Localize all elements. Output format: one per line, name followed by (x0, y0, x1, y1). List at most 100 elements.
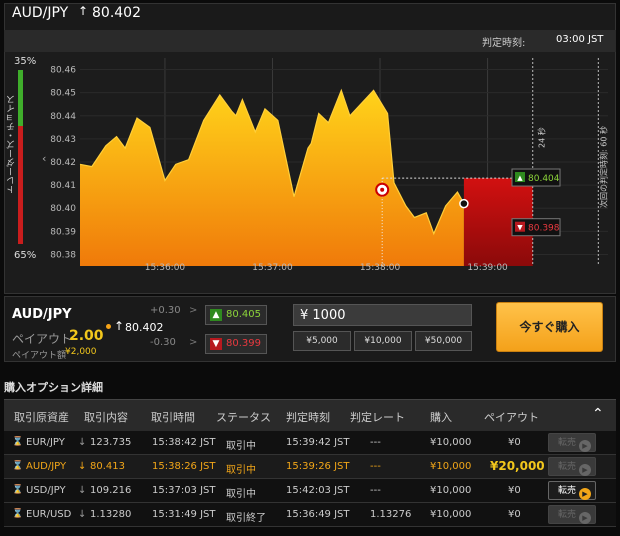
current-marker (459, 198, 469, 209)
amount-5000-button[interactable]: ¥5,000 (293, 331, 351, 351)
payout-label: ペイアウト (12, 332, 73, 346)
play-icon: ▶ (579, 512, 591, 524)
status-cell: 取引終了 (226, 513, 266, 524)
col-payout: ペイアウト (484, 411, 539, 424)
options-title: 購入オプション詳細 (4, 381, 103, 394)
buy-cell: ¥10,000 (430, 485, 472, 496)
y-tick-label: 80.40 (50, 204, 76, 214)
rate-dot-icon (106, 324, 111, 329)
resell-label: 転売 (558, 486, 577, 496)
exp-rate-cell: --- (370, 461, 381, 472)
col-time: 取引時間 (151, 411, 195, 424)
status-cell: 取引中 (226, 441, 256, 452)
y-tick-label: 80.44 (50, 112, 76, 122)
x-tick-label: 15:36:00 (145, 263, 186, 273)
asset-cell: EUR/USD (26, 509, 72, 520)
buy-now-button[interactable]: 今すぐ購入 (496, 302, 603, 352)
play-icon: ▶ (579, 440, 591, 452)
payout-cell: ¥0 (508, 437, 521, 448)
y-tick-label: 80.43 (50, 135, 76, 145)
table-row: ⌛ AUD/JPY ↓ 80.413 15:38:26 JST 取引中 15:39:26 J… (4, 455, 616, 479)
time-cell: 15:37:03 JST (152, 485, 216, 496)
minus-offset: -0.30 (150, 337, 176, 348)
x-tick-label: 15:38:00 (360, 263, 401, 273)
col-status: ステータス (216, 411, 271, 424)
upper-price-tag-label: 80.404 (528, 174, 560, 184)
payout-amount: ¥2,000 (65, 347, 97, 357)
open-marker-dot (380, 187, 385, 192)
play-icon: ▶ (579, 464, 591, 476)
direction-icon: ↓ (78, 509, 87, 520)
chevron-right-icon: > (189, 305, 198, 316)
price-chart: 80.46 80.45 80.44 80.43 80.42 80.41 80.40 80.39… (50, 58, 608, 273)
asset-cell: AUD/JPY (26, 461, 67, 472)
hourglass-icon: ⌛ (12, 509, 24, 519)
collapse-icon[interactable]: ⌃ (592, 406, 604, 422)
high-button[interactable]: ▲ 80.405 (205, 305, 267, 325)
trade-rate: 80.402 (125, 321, 164, 334)
expiry-cell: 15:39:42 JST (286, 437, 350, 448)
table-row: ⌛ EUR/JPY ↓ 123.735 15:38:42 JST 取引中 15:39:42 … (4, 431, 616, 455)
asset-cell: EUR/JPY (26, 437, 65, 448)
high-price: 80.405 (226, 309, 261, 320)
amount-10000-button[interactable]: ¥10,000 (354, 331, 412, 351)
down-arrow-icon: ▼ (210, 338, 222, 350)
expiry-cell: 15:42:03 JST (286, 485, 350, 496)
hourglass-icon: ⌛ (12, 461, 24, 471)
col-content: 取引内容 (84, 411, 128, 424)
exp-rate-cell: --- (370, 485, 381, 496)
up-arrow-icon: ↑ (114, 319, 125, 333)
y-tick-label: 80.45 (50, 89, 76, 99)
expiry-value: 03:00 JST (556, 34, 604, 45)
resell-label: 転売 (558, 438, 577, 448)
resell-button[interactable]: 転売 ▶ (548, 481, 596, 500)
col-asset: 取引原資産 (14, 411, 69, 424)
resell-button[interactable]: 転売 ▶ (548, 505, 596, 524)
rate-cell: 109.216 (90, 485, 132, 496)
payout-amount-label: ペイアウト額 (12, 351, 67, 361)
direction-icon: ↓ (78, 485, 87, 496)
y-tick-label: 80.39 (50, 227, 76, 237)
status-cell: 取引中 (226, 465, 256, 476)
hourglass-icon: ⌛ (12, 437, 24, 447)
header-rate: 80.402 (92, 5, 141, 21)
play-icon: ▶ (579, 488, 591, 500)
payout-cell: ¥20,000 (490, 459, 545, 473)
asset-cell: USD/JPY (26, 485, 66, 496)
time-cell: 15:38:26 JST (152, 461, 216, 472)
timer-label-2: 次回の判定時刻: 60 秒 (598, 126, 608, 208)
payout-cell: ¥0 (508, 485, 521, 496)
time-cell: 15:38:42 JST (152, 437, 216, 448)
direction-icon: ↓ (78, 437, 87, 448)
exp-rate-cell: --- (370, 437, 381, 448)
lower-price-tag-arrow: ▼ (517, 224, 523, 232)
status-cell: 取引中 (226, 489, 256, 500)
chevron-right-icon: > (189, 337, 198, 348)
time-cell: 15:31:49 JST (152, 509, 216, 520)
buy-cell: ¥10,000 (430, 461, 472, 472)
buy-cell: ¥10,000 (430, 509, 472, 520)
col-expiry: 判定時刻 (286, 411, 330, 424)
resell-label: 転売 (558, 510, 577, 520)
resell-button[interactable]: 転売 ▶ (548, 433, 596, 452)
x-tick-label: 15:37:00 (252, 263, 293, 273)
amount-50000-button[interactable]: ¥50,000 (415, 331, 472, 351)
direction-icon: ↓ (78, 461, 87, 472)
table-row: ⌛ USD/JPY ↓ 109.216 15:37:03 JST 取引中 15:42:03 … (4, 479, 616, 503)
y-tick-label: 80.42 (50, 158, 76, 168)
header-pair: AUD/JPY (12, 5, 69, 21)
low-button[interactable]: ▼ 80.399 (205, 334, 267, 354)
gauge-call-bar (18, 70, 23, 126)
x-tick-label: 15:39:00 (467, 263, 508, 273)
rate-cell: 1.13280 (90, 509, 132, 520)
resell-label: 転売 (558, 462, 577, 472)
y-tick-label: 80.46 (50, 66, 76, 76)
amount-input[interactable] (293, 304, 472, 326)
up-arrow-icon: ↑ (78, 4, 89, 18)
rate-cell: 123.735 (90, 437, 132, 448)
y-tick-label: 80.41 (50, 181, 76, 191)
resell-button[interactable]: 転売 ▶ (548, 457, 596, 476)
low-price: 80.399 (226, 338, 261, 349)
table-row: ⌛ EUR/USD ↓ 1.13280 15:31:49 JST 取引終了 15:36:49… (4, 503, 616, 527)
hourglass-icon: ⌛ (12, 485, 24, 495)
